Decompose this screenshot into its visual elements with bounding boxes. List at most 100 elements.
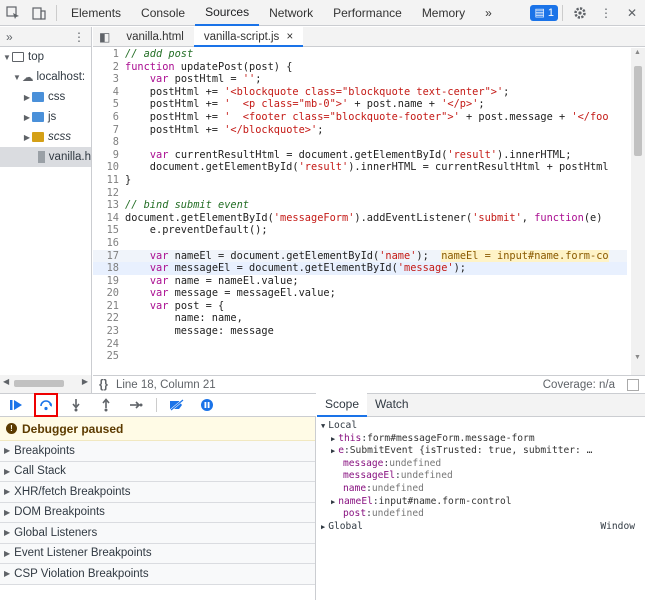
navigator-scrollbar[interactable]: ◀ ▶ [0, 375, 92, 393]
code-line[interactable]: 3 var postHtml = ''; [93, 73, 627, 86]
code-line[interactable]: 18 var messageEl = document.getElementBy… [93, 262, 627, 275]
code-line[interactable]: 11} [93, 174, 627, 187]
line-number[interactable]: 12 [93, 187, 125, 200]
code-line[interactable]: 5 postHtml += ' <p class="mb-0">' + post… [93, 98, 627, 111]
step-over-icon[interactable] [34, 393, 58, 417]
code-line[interactable]: 6 postHtml += ' <footer class="blockquot… [93, 111, 627, 124]
code-line[interactable]: 23 message: message [93, 325, 627, 338]
pane-csp-violation-breakpoints[interactable]: ▶ CSP Violation Breakpoints [0, 564, 315, 585]
scroll-down-icon[interactable]: ▼ [634, 354, 641, 361]
scope-variable[interactable]: post: undefined [321, 508, 641, 521]
code-area[interactable]: 1// add post 2 function updatePost(post) {… [93, 48, 627, 375]
pane-dom-breakpoints[interactable]: ▶ DOM Breakpoints [0, 502, 315, 523]
pane-call-stack[interactable]: ▶ Call Stack [0, 461, 315, 482]
tree-item-top[interactable]: ▼ top [0, 47, 91, 67]
line-number[interactable]: 20 [93, 287, 125, 300]
scroll-up-icon[interactable]: ▲ [634, 49, 641, 56]
scope-global-header[interactable]: ▶ Global Window [321, 521, 641, 534]
code-line[interactable]: 8 [93, 136, 627, 149]
scroll-left-icon[interactable]: ◀ [3, 377, 9, 386]
tree-item-localhost[interactable]: ▼ ☁ localhost: [0, 67, 91, 87]
code-line[interactable]: 10 document.getElementById('result').inn… [93, 161, 627, 174]
line-number[interactable]: 24 [93, 338, 125, 351]
line-number[interactable]: 10 [93, 161, 125, 174]
code-line[interactable]: 4 postHtml += '<blockquote class="blockq… [93, 86, 627, 99]
scrollbar-thumb[interactable] [634, 66, 642, 156]
resume-icon[interactable] [6, 395, 26, 415]
tab-performance[interactable]: Performance [323, 0, 412, 26]
line-number[interactable]: 6 [93, 111, 125, 124]
pause-on-exceptions-icon[interactable] [197, 395, 217, 415]
scope-variable[interactable]: name: undefined [321, 483, 641, 496]
tab-network[interactable]: Network [259, 0, 323, 26]
kebab-menu-icon[interactable]: ⋮ [593, 0, 619, 26]
close-icon[interactable]: ✕ [619, 0, 645, 26]
scope-variable[interactable]: ▶ e: SubmitEvent {isTrusted: true, submit… [321, 445, 641, 458]
device-toolbar-icon[interactable] [26, 0, 52, 26]
line-number[interactable]: 5 [93, 98, 125, 111]
tree-item-scss[interactable]: ▶ scss [0, 127, 91, 147]
code-line[interactable]: 2 function updatePost(post) { [93, 61, 627, 74]
line-number[interactable]: 3 [93, 73, 125, 86]
close-tab-icon[interactable]: × [287, 31, 294, 43]
step-out-icon[interactable] [96, 395, 116, 415]
pane-event-listener-breakpoints[interactable]: ▶ Event Listener Breakpoints [0, 543, 315, 564]
line-number[interactable]: 16 [93, 237, 125, 250]
pretty-print-icon[interactable]: {} [99, 379, 108, 391]
issues-badge[interactable]: ▤ 1 [530, 4, 558, 21]
scope-variable[interactable]: messageEl: undefined [321, 470, 641, 483]
code-line[interactable]: 22 name: name, [93, 312, 627, 325]
line-number[interactable]: 22 [93, 312, 125, 325]
line-number[interactable]: 9 [93, 149, 125, 162]
pane-xhr-breakpoints[interactable]: ▶ XHR/fetch Breakpoints [0, 482, 315, 503]
tree-item-css[interactable]: ▶ css [0, 87, 91, 107]
code-line[interactable]: 24 [93, 338, 627, 351]
code-line[interactable]: 9 var currentResultHtml = document.getEl… [93, 149, 627, 162]
deactivate-breakpoints-icon[interactable] [167, 395, 187, 415]
tree-item-js[interactable]: ▶ js [0, 107, 91, 127]
tab-memory[interactable]: Memory [412, 0, 475, 26]
more-tabs-button[interactable]: » [475, 0, 502, 26]
scrollbar-thumb[interactable] [14, 380, 64, 387]
step-into-icon[interactable] [66, 395, 86, 415]
step-icon[interactable] [126, 395, 146, 415]
gear-icon[interactable] [567, 0, 593, 26]
navigator-menu-icon[interactable]: ⋮ [73, 30, 85, 44]
editor-scrollbar[interactable]: ▲ ▼ [631, 48, 645, 375]
code-line[interactable]: 25 [93, 350, 627, 363]
code-line[interactable]: 15 e.preventDefault(); [93, 224, 627, 237]
editor-tab-vanilla-script[interactable]: vanilla-script.js × [193, 26, 304, 47]
line-number[interactable]: 18 [93, 262, 125, 275]
line-number[interactable]: 1 [93, 48, 125, 61]
line-number[interactable]: 2 [93, 61, 125, 74]
tab-console[interactable]: Console [131, 0, 195, 26]
line-number[interactable]: 23 [93, 325, 125, 338]
line-number[interactable]: 7 [93, 124, 125, 137]
line-number[interactable]: 14 [93, 212, 125, 225]
code-line[interactable]: 17 var nameEl = document.getElementById(… [93, 249, 627, 263]
line-number[interactable]: 19 [93, 275, 125, 288]
scope-variable[interactable]: ▶ nameEl: input#name.form-control [321, 496, 641, 509]
line-number[interactable]: 13 [93, 199, 125, 212]
code-line[interactable]: 12 [93, 187, 627, 200]
pane-global-listeners[interactable]: ▶ Global Listeners [0, 523, 315, 544]
code-line[interactable]: 21 var post = { [93, 300, 627, 313]
scroll-right-icon[interactable]: ▶ [82, 377, 88, 386]
line-number[interactable]: 21 [93, 300, 125, 313]
scope-local-header[interactable]: ▼ Local [321, 420, 641, 433]
tab-scope[interactable]: Scope [317, 393, 368, 417]
coverage-panel-icon[interactable] [627, 378, 639, 391]
code-line[interactable]: 19 var name = nameEl.value; [93, 275, 627, 288]
line-number[interactable]: 8 [93, 136, 125, 149]
code-line[interactable]: 13// bind submit event [93, 199, 627, 212]
code-line[interactable]: 1// add post [93, 48, 627, 61]
line-number[interactable]: 15 [93, 224, 125, 237]
editor-tab-vanilla-html[interactable]: vanilla.html [116, 27, 194, 47]
navigator-more-button[interactable]: » [6, 30, 13, 44]
code-line[interactable]: 16 [93, 237, 627, 250]
code-line[interactable]: 20 var message = messageEl.value; [93, 287, 627, 300]
toggle-navigator-icon[interactable]: ◧ [93, 30, 116, 44]
inspect-element-icon[interactable] [0, 0, 26, 26]
tab-sources[interactable]: Sources [195, 0, 260, 26]
line-number[interactable]: 17 [93, 250, 125, 263]
